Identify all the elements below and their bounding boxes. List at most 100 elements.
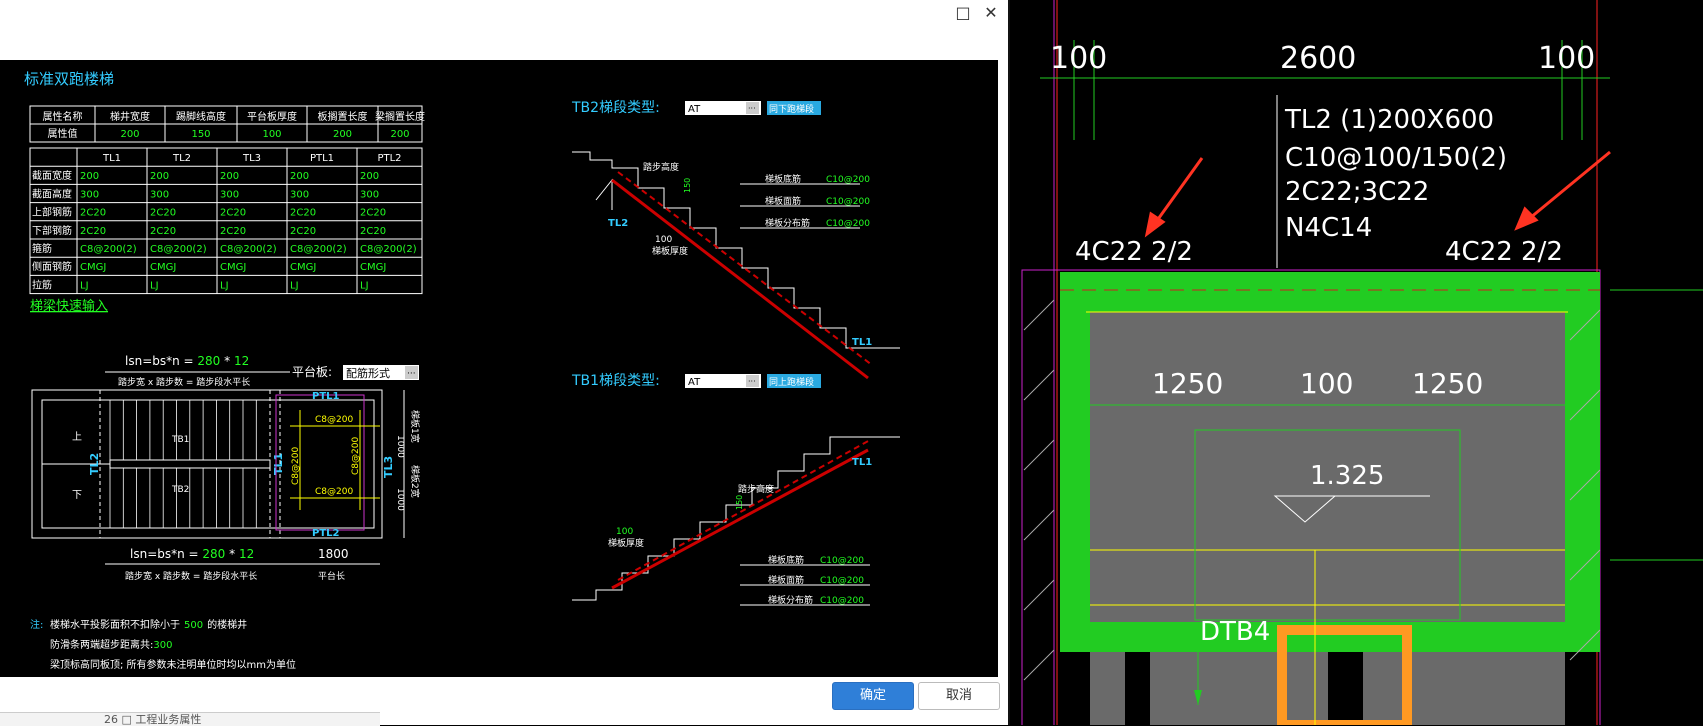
attr-value-2[interactable]: 100 [262, 129, 281, 140]
beam-header-5: PTL2 [377, 153, 401, 164]
beam-cell[interactable]: 300 [360, 189, 379, 200]
beam-cell[interactable]: C8@200(2) [220, 244, 277, 255]
beam-cell[interactable]: CMGJ [80, 262, 106, 273]
cad-dim-mid: 2600 [1280, 41, 1356, 76]
beam-cell[interactable]: CMGJ [290, 262, 316, 273]
beam-cell[interactable]: LJ [150, 280, 159, 291]
beam-header-2: TL2 [172, 153, 191, 164]
rebar-v1: C8@200 [291, 447, 301, 485]
beam-cell[interactable]: 300 [80, 189, 99, 200]
tb1-dist-bar: 梯板分布筋 [768, 594, 813, 606]
beam-cell[interactable]: 2C20 [80, 226, 106, 237]
top-caption: 踏步宽 x 踏步数 = 踏步段水平长 [118, 376, 250, 388]
tb1-thickness: 梯板厚度 [608, 537, 644, 549]
beam-cell[interactable]: 300 [150, 189, 169, 200]
beam-cell[interactable]: LJ [80, 280, 89, 291]
beam-cell[interactable]: LJ [360, 280, 369, 291]
tb1-step-height: 踏步高度 [738, 483, 774, 495]
top-formula: lsn=bs*n = 280 * 12 [125, 354, 249, 368]
note-line2: 防滑条两端超步距离共:300 [50, 638, 172, 651]
dots-icon: ··· [748, 377, 756, 386]
tb2-type-label: TB2梯段类型: [571, 100, 660, 116]
cad-stirrup: C10@100/150(2) [1285, 143, 1507, 173]
tl1-label: TL1 [272, 453, 285, 475]
beam-cell[interactable]: CMGJ [360, 262, 386, 273]
beam-cell[interactable]: 200 [80, 171, 99, 182]
tb2-step-height: 踏步高度 [643, 161, 679, 173]
tb1-type-value: AT [688, 377, 701, 388]
beam-cell[interactable]: 2C20 [220, 226, 246, 237]
cad-left-bars: 4C22 2/2 [1075, 237, 1193, 267]
beam-cell[interactable]: C8@200(2) [80, 244, 137, 255]
bottom-caption: 踏步宽 x 踏步数 = 踏步段水平长 [125, 570, 257, 582]
beam-cell[interactable]: CMGJ [220, 262, 246, 273]
beam-cell[interactable]: 200 [290, 171, 309, 182]
beam-cell[interactable]: C8@200(2) [360, 244, 417, 255]
rebar-h1: C8@200 [315, 415, 353, 425]
beam-cell[interactable]: 200 [220, 171, 239, 182]
notes-label: 注: [30, 618, 43, 631]
beam-cell[interactable]: LJ [220, 280, 229, 291]
attr-row-label: 属性值 [48, 127, 78, 140]
tb2-top-bar: 梯板面筋 [765, 195, 801, 207]
tl2-label: TL2 [88, 453, 101, 475]
dots-icon: ··· [407, 369, 416, 379]
beam-cell[interactable]: CMGJ [150, 262, 176, 273]
quick-input-link[interactable]: 梯梁快速输入 [30, 298, 108, 314]
tb1-section: TB1梯段类型: AT ··· 同上跑梯段 踏步高度 150 100 梯板厚度 … [571, 373, 900, 606]
background-window-strip: 26 □ 工程业务属性 [0, 712, 380, 726]
tb1-same-button-label: 同上跑梯段 [769, 376, 814, 388]
tb2-section: TB2梯段类型: AT ··· 同下跑梯段 踏步高度 150 100 梯板厚度 … [571, 100, 900, 380]
maximize-icon[interactable]: □ [952, 2, 974, 24]
beam-cell[interactable]: 2C20 [150, 208, 176, 219]
beam-cell[interactable]: 2C20 [290, 208, 316, 219]
beam-row-label: 侧面钢筋 [32, 260, 72, 273]
beam-cell[interactable]: C8@200(2) [290, 244, 347, 255]
cad-beam-name: TL2 (1)200X600 [1284, 105, 1494, 135]
beam-cell[interactable]: 300 [290, 189, 309, 200]
beam-cell[interactable]: 200 [150, 171, 169, 182]
attribute-table-text: 属性名称 梯井宽度 踢脚线高度 平台板厚度 板搁置长度 梁搁置长度属性值 200 150 100… [43, 110, 426, 140]
cad-dim-right: 100 [1538, 41, 1595, 76]
tb2-label: TB2 [171, 485, 189, 495]
beam-cell[interactable]: 300 [220, 189, 239, 200]
beam-row-label: 上部钢筋 [32, 206, 72, 219]
beam-cell[interactable]: 2C20 [150, 226, 176, 237]
dots-icon: ··· [748, 104, 756, 113]
beam-cell[interactable]: 2C20 [80, 208, 106, 219]
tb1-top-bar: 梯板面筋 [768, 574, 804, 586]
tb2-thickness: 梯板厚度 [652, 245, 688, 257]
attr-header-4: 板搁置长度 [318, 110, 368, 123]
cad-viewport[interactable]: 100 2600 100 TL2 (1)200X600 C10@100/150(… [1010, 0, 1703, 725]
attr-value-1[interactable]: 150 [191, 129, 210, 140]
attr-value-4[interactable]: 200 [390, 129, 409, 140]
beam-cell[interactable]: 200 [360, 171, 379, 182]
ok-button[interactable]: 确定 [832, 682, 914, 710]
attr-header-0: 属性名称 [43, 110, 83, 123]
width2-label: 梯板2宽 [409, 465, 421, 498]
beam-table-text: TL1 TL2 TL3 PTL1 PTL2 截面宽度 200 200 200 200 200 截面高度… [32, 153, 417, 291]
beam-cell[interactable]: LJ [290, 280, 299, 291]
tb2-thickness-val: 100 [655, 235, 672, 245]
beam-cell[interactable]: C8@200(2) [150, 244, 207, 255]
beam-cell[interactable]: 2C20 [290, 226, 316, 237]
dialog-titlebar: □ ✕ [0, 0, 1008, 60]
cancel-button[interactable]: 取消 [918, 682, 1000, 710]
cad-right-bars: 4C22 2/2 [1445, 237, 1563, 267]
beam-cell[interactable]: 2C20 [220, 208, 246, 219]
attr-value-0[interactable]: 200 [120, 129, 139, 140]
rebar-h2: C8@200 [315, 487, 353, 497]
beam-row-label: 下部钢筋 [32, 224, 72, 237]
attr-value-3[interactable]: 200 [333, 129, 352, 140]
beam-row-label: 截面宽度 [32, 169, 72, 182]
beam-cell[interactable]: 2C20 [360, 208, 386, 219]
tb1-label: TB1 [171, 435, 189, 445]
ptl1-label: PTL1 [312, 391, 340, 402]
beam-cell[interactable]: 2C20 [360, 226, 386, 237]
cad-dim-b: 100 [1300, 367, 1353, 400]
close-icon[interactable]: ✕ [980, 2, 1002, 24]
tl3-label: TL3 [382, 456, 395, 478]
attr-header-1: 梯井宽度 [110, 110, 150, 123]
up-label: 上 [72, 431, 82, 443]
beam-row-label: 箍筋 [32, 242, 52, 255]
